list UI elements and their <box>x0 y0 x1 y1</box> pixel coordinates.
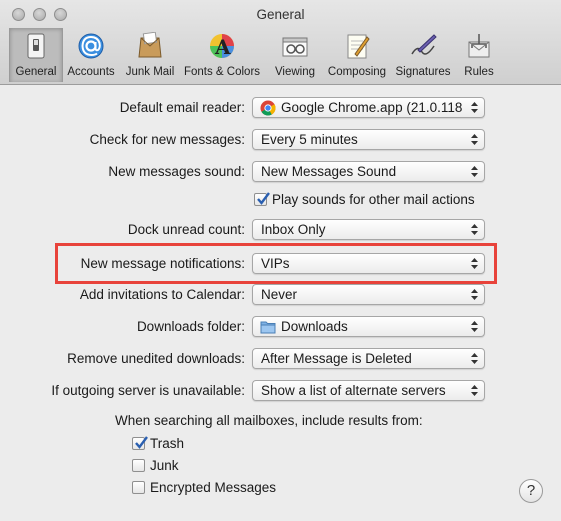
outgoing-server-row: If outgoing server is unavailable: Show … <box>0 380 561 402</box>
tab-composing-label: Composing <box>327 66 387 78</box>
play-sounds-check-box[interactable] <box>254 192 270 206</box>
dock-unread-popup[interactable]: Inbox Only <box>252 219 485 240</box>
tab-fonts-colors-label: Fonts & Colors <box>183 66 261 78</box>
default-reader-value: Google Chrome.app (21.0.118 <box>281 100 463 115</box>
popup-arrows-icon <box>471 289 478 300</box>
popup-arrows-icon <box>471 166 478 177</box>
checkmark-icon <box>135 436 148 449</box>
tab-fonts-colors[interactable]: A Fonts & Colors <box>184 28 260 82</box>
check-messages-popup[interactable]: Every 5 minutes <box>252 129 485 150</box>
check-messages-label: Check for new messages: <box>89 132 245 147</box>
invitations-value: Never <box>261 287 298 302</box>
mail-preferences-window: General General Accounts Junk Mail A Fon… <box>0 0 561 521</box>
popup-arrows-icon <box>471 102 478 113</box>
new-sound-label: New messages sound: <box>108 164 245 179</box>
search-encrypted-check-box[interactable] <box>132 481 145 494</box>
popup-arrows-icon <box>471 385 478 396</box>
new-sound-popup[interactable]: New Messages Sound <box>252 161 485 182</box>
new-sound-row: New messages sound: New Messages Sound <box>0 161 561 183</box>
tab-signatures[interactable]: Signatures <box>396 28 450 82</box>
check-messages-row: Check for new messages: Every 5 minutes <box>0 129 561 151</box>
search-junk-check-box[interactable] <box>132 459 145 472</box>
dock-unread-value: Inbox Only <box>261 222 326 237</box>
invitations-popup[interactable]: Never <box>252 284 485 305</box>
dock-unread-label: Dock unread count: <box>127 222 245 237</box>
chrome-icon <box>260 100 276 116</box>
invitations-row: Add invitations to Calendar: Never <box>0 284 561 306</box>
tab-rules-label: Rules <box>464 66 494 78</box>
remove-downloads-popup[interactable]: After Message is Deleted <box>252 348 485 369</box>
remove-downloads-row: Remove unedited downloads: After Message… <box>0 348 561 370</box>
notifications-highlight-box <box>55 243 497 284</box>
outgoing-server-value: Show a list of alternate servers <box>261 383 446 398</box>
help-button[interactable]: ? <box>519 479 543 503</box>
popup-arrows-icon <box>471 134 478 145</box>
downloads-folder-value: Downloads <box>281 319 348 334</box>
remove-downloads-label: Remove unedited downloads: <box>67 351 245 366</box>
popup-arrows-icon <box>471 321 478 332</box>
search-junk-label: Junk <box>150 458 179 473</box>
composing-icon <box>347 34 370 59</box>
default-reader-row: Default email reader: Google Chrome.app … <box>0 97 561 119</box>
default-reader-popup[interactable]: Google Chrome.app (21.0.118 <box>252 97 485 118</box>
tab-rules[interactable]: Rules <box>460 28 498 82</box>
preferences-toolbar: General General Accounts Junk Mail A Fon… <box>0 0 561 85</box>
rules-icon <box>468 34 490 58</box>
downloads-folder-popup[interactable]: Downloads <box>252 316 485 337</box>
downloads-folder-label: Downloads folder: <box>136 319 245 334</box>
fonts-colors-icon: A <box>210 34 234 59</box>
popup-arrows-icon <box>471 353 478 364</box>
tab-junk-mail-label: Junk Mail <box>125 66 175 78</box>
signatures-icon <box>411 34 437 55</box>
checkmark-icon <box>257 192 270 205</box>
tab-general[interactable]: General <box>9 28 63 82</box>
invitations-label: Add invitations to Calendar: <box>79 287 245 302</box>
tab-composing[interactable]: Composing <box>328 28 386 82</box>
new-sound-value: New Messages Sound <box>261 164 397 179</box>
tab-viewing[interactable]: Viewing <box>272 28 318 82</box>
default-reader-label: Default email reader: <box>119 100 245 115</box>
tab-accounts[interactable]: Accounts <box>67 28 115 82</box>
search-heading: When searching all mailboxes, include re… <box>115 413 423 428</box>
popup-arrows-icon <box>471 224 478 235</box>
tab-signatures-label: Signatures <box>395 66 451 78</box>
search-encrypted-label: Encrypted Messages <box>150 480 277 495</box>
check-messages-value: Every 5 minutes <box>261 132 358 147</box>
outgoing-server-popup[interactable]: Show a list of alternate servers <box>252 380 485 401</box>
svg-text:A: A <box>214 35 231 59</box>
at-sign-icon <box>78 33 104 59</box>
search-trash-label: Trash <box>150 436 185 451</box>
folder-icon <box>260 321 276 334</box>
general-switch-icon <box>27 33 45 59</box>
junk-mail-icon <box>138 32 162 58</box>
outgoing-server-label: If outgoing server is unavailable: <box>51 383 245 398</box>
viewing-icon <box>282 37 308 57</box>
downloads-folder-row: Downloads folder: Downloads <box>0 316 561 338</box>
play-sounds-label: Play sounds for other mail actions <box>272 192 475 207</box>
dock-unread-row: Dock unread count: Inbox Only <box>0 219 561 241</box>
window-title: General <box>256 7 305 22</box>
search-trash-check-box[interactable] <box>132 436 148 450</box>
tab-junk-mail[interactable]: Junk Mail <box>124 28 176 82</box>
remove-downloads-value: After Message is Deleted <box>261 351 412 366</box>
